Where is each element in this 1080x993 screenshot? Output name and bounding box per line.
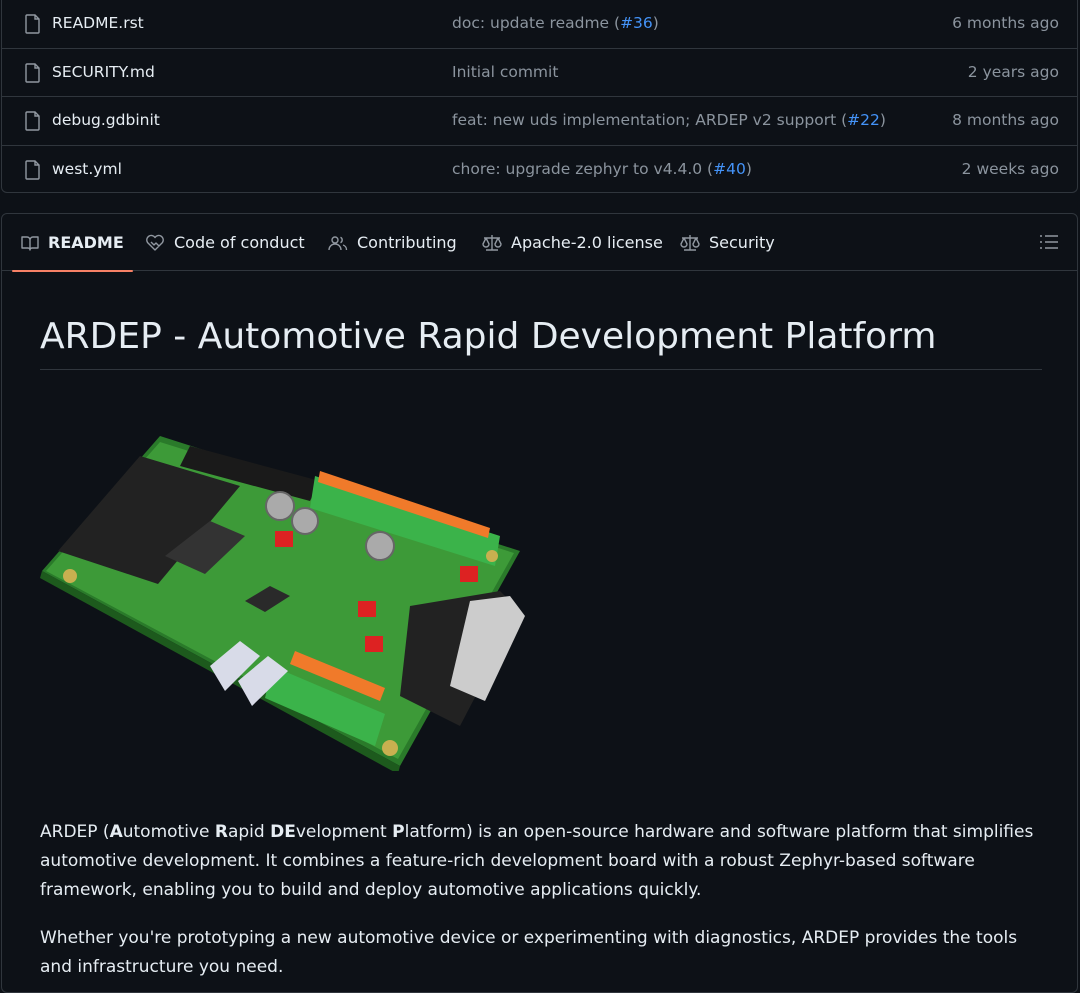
law-scale-icon [680,234,700,251]
commit-time: 2 years ago [967,62,1059,81]
commit-text[interactable]: feat: new uds implementation; ARDEP v2 s… [452,111,847,129]
tab-label: Code of conduct [174,233,305,252]
readme-title: ARDEP - Automotive Rapid Development Pla… [40,316,937,357]
text: velopment [295,822,393,842]
file-icon [25,62,40,83]
law-scale-icon [482,234,502,251]
tab-code-of-conduct[interactable]: Code of conduct [145,214,305,271]
tab-license[interactable]: Apache-2.0 license [482,214,663,271]
people-icon [328,235,348,250]
file-name[interactable]: west.yml [52,160,122,178]
text: apid [227,822,271,842]
text: ARDEP ( [40,822,110,842]
commit-time: 2 weeks ago [961,159,1059,178]
file-name[interactable]: debug.gdbinit [52,111,160,129]
tab-label: Apache-2.0 license [511,233,663,252]
commit-message[interactable]: feat: new uds implementation; ARDEP v2 s… [452,111,886,129]
text: latform [404,822,467,842]
commit-message[interactable]: Initial commit [452,63,558,81]
pr-link[interactable]: #40 [713,160,746,178]
file-name[interactable]: README.rst [52,14,144,32]
tab-contributing[interactable]: Contributing [328,214,457,271]
commit-text[interactable]: Initial commit [452,63,558,81]
pr-link[interactable]: #36 [620,14,653,32]
heart-handshake-icon [146,234,164,251]
commit-text: ) [652,14,659,32]
text: DE [270,822,296,842]
book-icon [21,235,39,251]
file-icon [25,14,40,34]
tab-security[interactable]: Security [680,214,775,271]
title-divider [40,369,1042,370]
pr-link[interactable]: #22 [847,111,880,129]
commit-time: 8 months ago [952,111,1059,129]
readme-panel: README Code of conduct Contributing Apac… [1,213,1078,993]
file-name[interactable]: SECURITY.md [52,63,155,81]
tab-label: README [48,233,124,252]
file-icon [25,159,40,180]
text: utomotive [122,822,215,842]
text: P [392,822,405,842]
commit-time: 6 months ago [952,14,1059,32]
outline-list-icon[interactable] [1039,233,1059,251]
tab-label: Contributing [357,233,457,252]
text: A [109,822,123,842]
text: R [214,822,228,842]
file-list: README.rst doc: update readme (#36) 6 mo… [1,0,1078,193]
tab-label: Security [709,233,775,252]
file-row[interactable]: SECURITY.md Initial commit 2 years ago [2,49,1077,97]
board-image [40,436,525,771]
commit-message[interactable]: chore: upgrade zephyr to v4.4.0 (#40) [452,160,752,178]
commit-text[interactable]: doc: update readme ( [452,14,620,32]
second-paragraph: Whether you're prototyping a new automot… [40,928,1018,977]
file-icon [25,111,40,131]
tab-readme[interactable]: README [12,214,133,272]
file-row[interactable]: west.yml chore: upgrade zephyr to v4.4.0… [2,146,1077,195]
commit-text: ) [745,159,752,178]
commit-text[interactable]: chore: upgrade zephyr to v4.4.0 ( [452,160,713,178]
intro-paragraph: ARDEP (Automotive Rapid DEvelopment Plat… [40,818,1042,905]
file-row[interactable]: README.rst doc: update readme (#36) 6 mo… [2,0,1077,49]
commit-text: ) [879,111,886,129]
readme-tabs: README Code of conduct Contributing Apac… [2,214,1077,272]
commit-message[interactable]: doc: update readme (#36) [452,14,659,32]
file-row[interactable]: debug.gdbinit feat: new uds implementati… [2,97,1077,146]
